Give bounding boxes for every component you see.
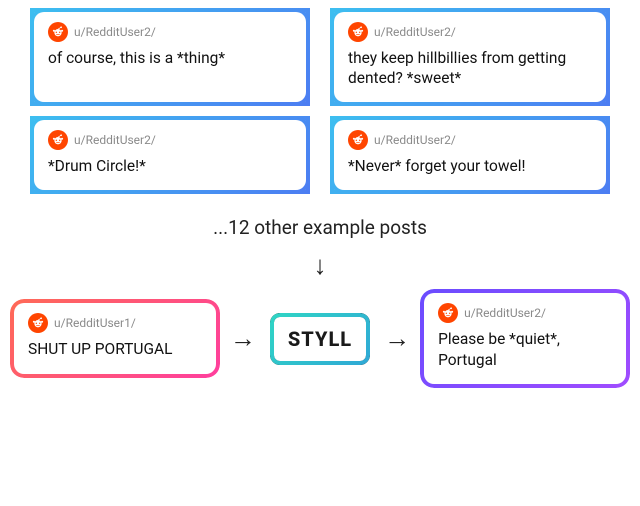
post-text: SHUT UP PORTUGAL <box>28 339 202 359</box>
post-header: u/RedditUser2/ <box>438 303 612 323</box>
post-username: u/RedditUser2/ <box>464 306 546 320</box>
reddit-icon <box>348 22 368 42</box>
more-examples-caption: ...12 other example posts <box>0 216 640 239</box>
post-text: they keep hillbillies from getting dente… <box>348 48 592 88</box>
transformation-row: u/RedditUser1/ SHUT UP PORTUGAL → STYLL … <box>0 293 640 383</box>
reddit-icon <box>48 22 68 42</box>
post-header: u/RedditUser1/ <box>28 313 202 333</box>
post-header: u/RedditUser2/ <box>48 130 292 150</box>
styll-label: STYLL <box>288 327 352 351</box>
reddit-icon <box>28 313 48 333</box>
post-header: u/RedditUser2/ <box>348 22 592 42</box>
post-header: u/RedditUser2/ <box>348 130 592 150</box>
post-text: *Drum Circle!* <box>48 156 292 176</box>
input-post-card: u/RedditUser1/ SHUT UP PORTUGAL <box>14 303 216 373</box>
example-post-card: u/RedditUser2/ they keep hillbillies fro… <box>330 8 610 106</box>
post-text: Please be *quiet*, Portugal <box>438 329 612 369</box>
example-posts-row-2: u/RedditUser2/ *Drum Circle!* u/RedditUs… <box>0 116 640 194</box>
styll-model-box: STYLL <box>270 313 370 365</box>
example-post-card: u/RedditUser2/ *Drum Circle!* <box>30 116 310 194</box>
post-username: u/RedditUser2/ <box>74 25 156 39</box>
example-posts-row-1: u/RedditUser2/ of course, this is a *thi… <box>0 0 640 106</box>
reddit-icon <box>348 130 368 150</box>
post-username: u/RedditUser2/ <box>374 133 456 147</box>
post-username: u/RedditUser2/ <box>374 25 456 39</box>
post-username: u/RedditUser1/ <box>54 316 136 330</box>
reddit-icon <box>438 303 458 323</box>
arrow-down-icon: ↓ <box>0 253 640 279</box>
arrow-right-icon: → <box>230 323 256 354</box>
post-text: *Never* forget your towel! <box>348 156 592 176</box>
arrow-right-icon: → <box>384 323 410 354</box>
reddit-icon <box>48 130 68 150</box>
example-post-card: u/RedditUser2/ *Never* forget your towel… <box>330 116 610 194</box>
example-post-card: u/RedditUser2/ of course, this is a *thi… <box>30 8 310 106</box>
post-header: u/RedditUser2/ <box>48 22 292 42</box>
post-username: u/RedditUser2/ <box>74 133 156 147</box>
post-text: of course, this is a *thing* <box>48 48 292 68</box>
output-post-card: u/RedditUser2/ Please be *quiet*, Portug… <box>424 293 626 383</box>
